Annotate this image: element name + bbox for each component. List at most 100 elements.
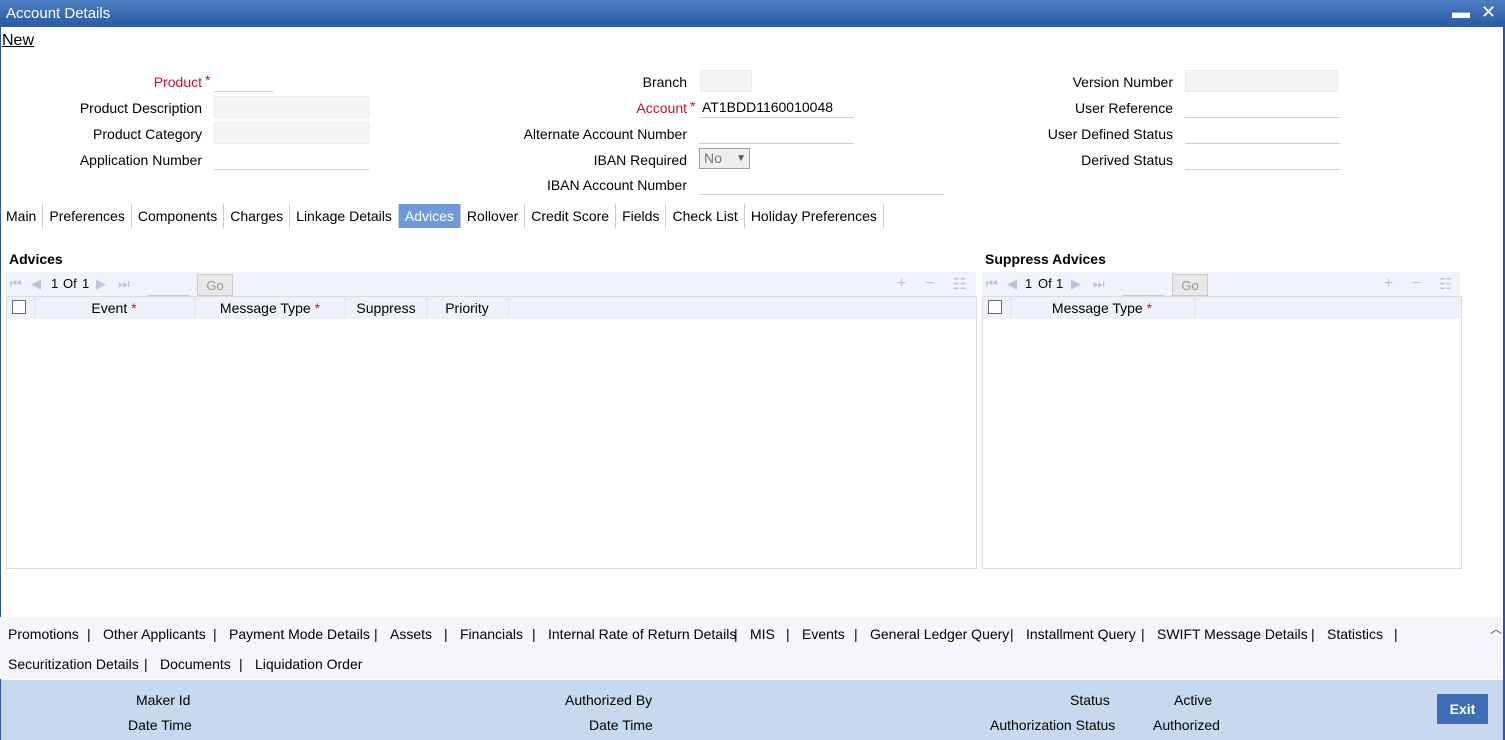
application-number-label: Application Number	[79, 152, 202, 168]
link-separator: |	[239, 656, 243, 672]
link-payment-mode-details[interactable]: Payment Mode Details	[229, 626, 370, 642]
user-reference-input[interactable]	[1185, 96, 1340, 118]
advices-toolbar: ⏮ ◀ 1 Of 1 ▶ ⏭ Go + − ☷	[6, 272, 976, 298]
link-separator: |	[1010, 626, 1014, 642]
last-page-icon[interactable]: ⏭	[118, 276, 130, 292]
go-button[interactable]: Go	[197, 274, 233, 296]
link-installment-query[interactable]: Installment Query	[1026, 626, 1136, 642]
link-assets[interactable]: Assets	[390, 626, 432, 642]
select-all-checkbox[interactable]	[12, 300, 26, 314]
link-separator: |	[87, 626, 91, 642]
page-input[interactable]	[148, 276, 189, 296]
scroll-up-icon[interactable]: ︿	[1490, 620, 1502, 637]
message-type-column-header: Message Type *	[1051, 300, 1153, 316]
account-input[interactable]: AT1BDD1160010048	[699, 96, 854, 118]
link-financials[interactable]: Financials	[460, 626, 523, 642]
alternate-account-label: Alternate Account Number	[523, 126, 687, 142]
go-button[interactable]: Go	[1172, 274, 1208, 296]
product-required-mark: *	[205, 72, 211, 88]
tab-charges[interactable]: Charges	[224, 204, 291, 228]
advices-title: Advices	[9, 251, 63, 267]
user-defined-status-label: User Defined Status	[1047, 126, 1173, 142]
tab-rollover[interactable]: Rollover	[461, 204, 526, 228]
link-separator: |	[734, 626, 738, 642]
event-column-header: Event *	[91, 300, 137, 316]
iban-required-value: No	[704, 150, 722, 166]
page-total: 1	[82, 276, 90, 291]
branch-field	[700, 70, 752, 92]
link-irr-details[interactable]: Internal Rate of Return Details	[548, 626, 736, 642]
derived-status-field	[1185, 148, 1340, 170]
tab-linkage-details[interactable]: Linkage Details	[290, 204, 399, 228]
link-mis[interactable]: MIS	[750, 626, 775, 642]
status-label: Status	[1070, 692, 1110, 708]
user-defined-status-input[interactable]	[1185, 122, 1340, 144]
suppress-column-header: Suppress	[356, 300, 416, 316]
window-title: Account Details	[6, 5, 111, 22]
iban-required-select[interactable]: No ▼	[699, 148, 750, 169]
page-input[interactable]	[1123, 276, 1164, 296]
chevron-down-icon: ▼	[736, 153, 746, 164]
sub-screen-links: Promotions | Other Applicants | Payment …	[0, 617, 1503, 679]
delete-row-icon[interactable]: −	[1412, 275, 1421, 293]
link-statistics[interactable]: Statistics	[1327, 626, 1383, 642]
delete-row-icon[interactable]: −	[925, 275, 934, 293]
account-label: Account	[636, 100, 687, 116]
advices-grid: Event * Message Type * Suppress Priority	[6, 296, 977, 569]
view-row-icon[interactable]: ☷	[953, 275, 966, 293]
link-documents[interactable]: Documents	[160, 656, 231, 672]
tab-advices[interactable]: Advices	[398, 204, 461, 228]
last-page-icon[interactable]: ⏭	[1093, 276, 1105, 292]
minimize-icon[interactable]: ▬	[1452, 2, 1470, 23]
product-input[interactable]	[214, 70, 273, 92]
tab-preferences[interactable]: Preferences	[43, 204, 132, 228]
iban-required-label: IBAN Required	[593, 152, 687, 168]
checker-date-time-label: Date Time	[589, 717, 653, 733]
link-securitization-details[interactable]: Securitization Details	[8, 656, 139, 672]
link-general-ledger-query[interactable]: General Ledger Query	[870, 626, 1009, 642]
page-total: 1	[1056, 276, 1064, 291]
advices-grid-header: Event * Message Type * Suppress Priority	[7, 297, 976, 319]
link-swift-message-details[interactable]: SWIFT Message Details	[1157, 626, 1308, 642]
view-row-icon[interactable]: ☷	[1439, 275, 1452, 293]
product-category-label: Product Category	[93, 126, 202, 142]
priority-column-header: Priority	[445, 300, 489, 316]
first-page-icon[interactable]: ⏮	[986, 276, 998, 292]
tab-holiday-preferences[interactable]: Holiday Preferences	[745, 204, 884, 228]
next-page-icon[interactable]: ▶	[96, 276, 106, 292]
alternate-account-input[interactable]	[699, 122, 854, 144]
link-separator: |	[1311, 626, 1315, 642]
link-separator: |	[786, 626, 790, 642]
prev-page-icon[interactable]: ◀	[31, 276, 41, 292]
select-all-checkbox[interactable]	[988, 300, 1002, 314]
product-description-field	[214, 96, 369, 118]
tab-main[interactable]: Main	[0, 204, 44, 228]
tab-components[interactable]: Components	[132, 204, 225, 228]
tab-fields[interactable]: Fields	[616, 204, 667, 228]
link-other-applicants[interactable]: Other Applicants	[103, 626, 206, 642]
link-promotions[interactable]: Promotions	[8, 626, 79, 642]
window-titlebar: Account Details ▬ ✕	[0, 0, 1505, 27]
close-icon[interactable]: ✕	[1481, 2, 1496, 23]
tab-credit-score[interactable]: Credit Score	[525, 204, 617, 228]
next-page-icon[interactable]: ▶	[1071, 276, 1081, 292]
first-page-icon[interactable]: ⏮	[10, 276, 22, 292]
link-separator: |	[532, 626, 536, 642]
link-separator: |	[144, 656, 148, 672]
add-row-icon[interactable]: +	[897, 275, 906, 293]
application-number-input[interactable]	[214, 148, 369, 170]
link-separator: |	[444, 626, 448, 642]
new-link[interactable]: New	[2, 32, 34, 50]
exit-button[interactable]: Exit	[1437, 694, 1488, 724]
page-current: 1	[1025, 276, 1033, 291]
iban-account-label: IBAN Account Number	[546, 177, 687, 193]
add-row-icon[interactable]: +	[1384, 275, 1393, 293]
link-events[interactable]: Events	[802, 626, 845, 642]
iban-account-input[interactable]	[699, 173, 944, 195]
link-separator: |	[854, 626, 858, 642]
prev-page-icon[interactable]: ◀	[1007, 276, 1017, 292]
tab-check-list[interactable]: Check List	[666, 204, 745, 228]
link-separator: |	[213, 626, 217, 642]
link-liquidation-order[interactable]: Liquidation Order	[255, 656, 362, 672]
product-description-label: Product Description	[79, 100, 202, 116]
